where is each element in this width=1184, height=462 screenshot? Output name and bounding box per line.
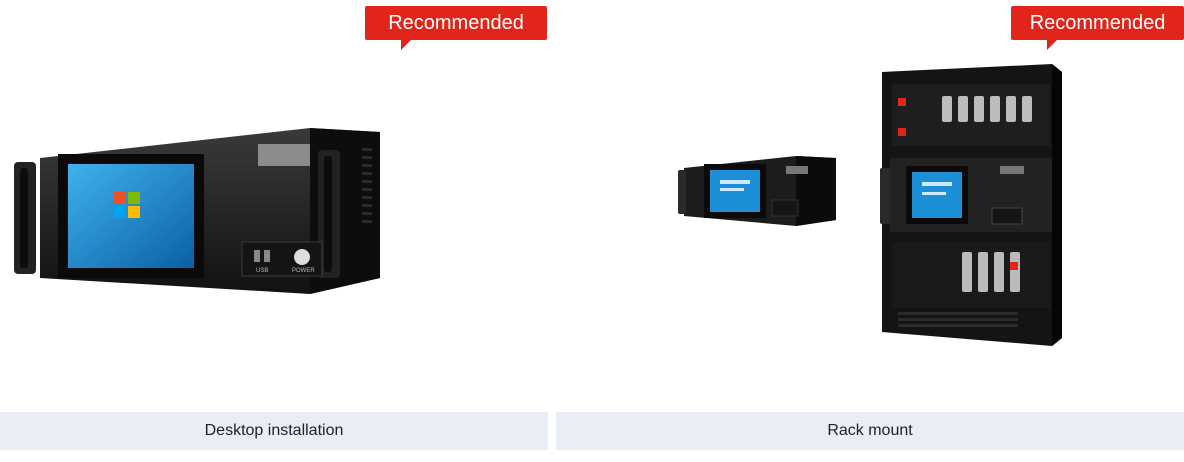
recommended-badge: Recommended: [365, 6, 547, 50]
desktop-pc-image: USB POWER: [14, 128, 380, 294]
rack-mount-caption: Rack mount: [556, 412, 1184, 450]
rack-unit-image: [678, 156, 836, 226]
recommended-badge: Recommended: [1011, 6, 1184, 50]
usb-label: USB: [256, 268, 268, 274]
power-label: POWER: [292, 268, 315, 274]
desktop-installation-card[interactable]: Recommended USB POWER Desktop installati…: [0, 0, 548, 450]
rack-mount-card[interactable]: Recommended Rack mount: [556, 0, 1184, 450]
rack-cabinet-image: [880, 64, 1062, 346]
desktop-installation-caption: Desktop installation: [0, 412, 548, 450]
